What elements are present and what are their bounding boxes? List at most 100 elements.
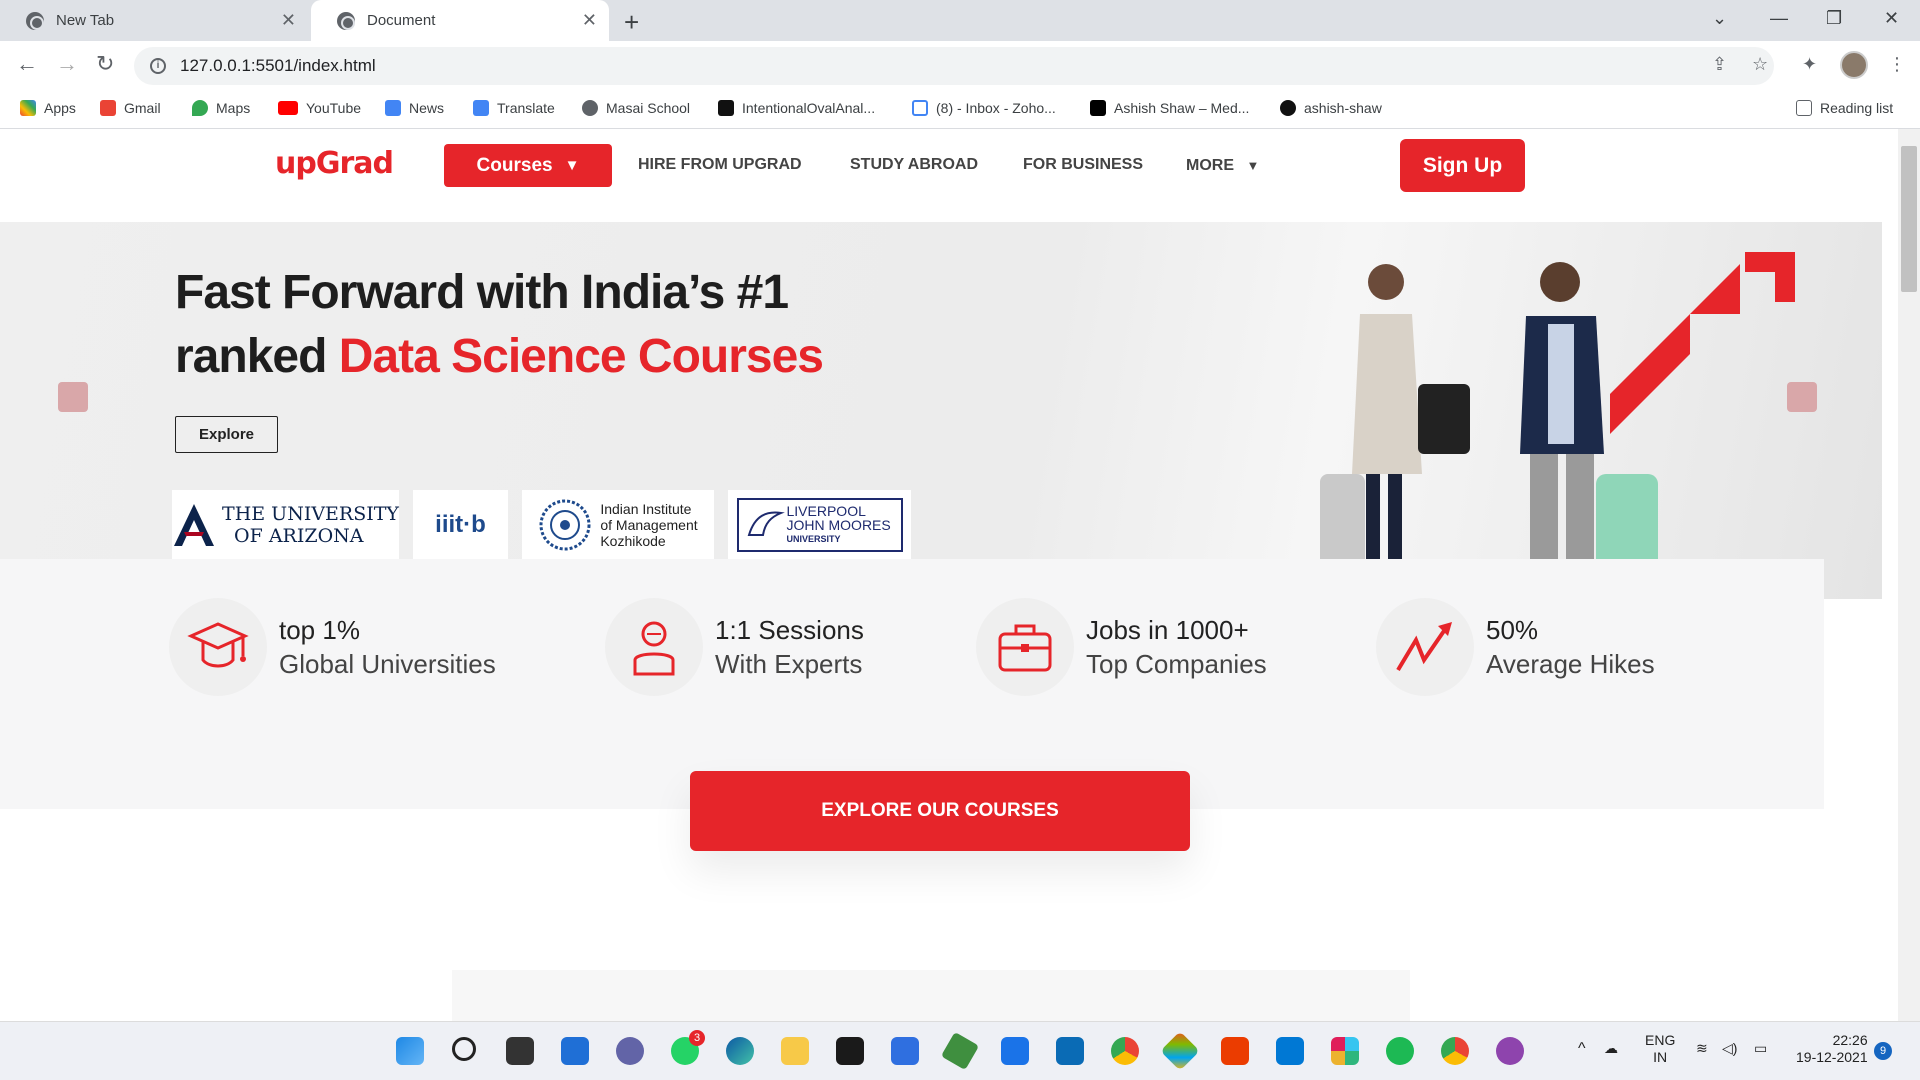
hero-people-image: [1320, 252, 1795, 599]
battery-icon[interactable]: ▭: [1754, 1040, 1767, 1057]
mail-icon[interactable]: [1001, 1037, 1029, 1065]
menu-icon[interactable]: ⋮: [1888, 54, 1906, 75]
back-icon[interactable]: ←: [16, 51, 38, 77]
scrollbar-thumb[interactable]: [1901, 146, 1917, 292]
clock[interactable]: 22:26 19-12-2021: [1796, 1032, 1868, 1066]
task-view-icon[interactable]: [506, 1037, 534, 1065]
upgrad-logo[interactable]: upGrad: [275, 146, 394, 181]
share-icon[interactable]: ⇪: [1712, 54, 1727, 75]
new-tab-button[interactable]: +: [624, 7, 639, 38]
tab-new-tab[interactable]: New Tab ✕: [0, 0, 308, 41]
arizona-text-2: OF ARIZONA: [234, 525, 364, 547]
reload-icon[interactable]: ↻: [96, 51, 114, 77]
top-university-section-card: [452, 970, 1410, 1021]
bookmark-github[interactable]: ashish-shaw: [1280, 100, 1382, 116]
close-icon[interactable]: ✕: [281, 10, 296, 31]
bookmark-apps[interactable]: Apps: [20, 100, 76, 116]
language-code: ENG: [1645, 1032, 1676, 1048]
chrome-profile-icon[interactable]: [1441, 1037, 1469, 1065]
bookmark-masai[interactable]: Masai School: [582, 100, 690, 116]
chevron-down-icon: ▼: [564, 157, 580, 174]
bookmark-label: Apps: [44, 100, 76, 116]
slack-icon[interactable]: [1331, 1037, 1359, 1065]
git-kraken-icon[interactable]: [1160, 1031, 1200, 1071]
bookmark-maps[interactable]: Maps: [192, 100, 250, 116]
chat-icon[interactable]: [616, 1037, 644, 1065]
profile-avatar[interactable]: [1840, 51, 1868, 79]
url-bar[interactable]: i 127.0.0.1:5501/index.html: [134, 47, 1774, 85]
feature-title: top 1%: [279, 615, 360, 645]
office-icon[interactable]: [1221, 1037, 1249, 1065]
bookmark-label: ashish-shaw: [1304, 100, 1382, 116]
notification-count-badge[interactable]: 9: [1874, 1042, 1892, 1060]
briefcase-icon: [976, 598, 1074, 696]
reading-list-label: Reading list: [1820, 100, 1894, 116]
terminal-icon[interactable]: [836, 1037, 864, 1065]
courses-dropdown-button[interactable]: Courses ▼: [444, 144, 612, 187]
minimize-button[interactable]: —: [1770, 8, 1788, 29]
vscode-icon[interactable]: [1276, 1037, 1304, 1065]
forward-icon[interactable]: →: [56, 51, 78, 77]
bookmark-label: (8) - Inbox - Zoho...: [936, 100, 1056, 116]
info-icon[interactable]: i: [150, 58, 166, 74]
more-label: MORE: [1186, 157, 1234, 174]
man-shirt: [1548, 324, 1574, 444]
onedrive-icon[interactable]: ☁: [1604, 1040, 1618, 1057]
edge-icon[interactable]: [726, 1037, 754, 1065]
widgets-icon[interactable]: [561, 1037, 589, 1065]
volume-icon[interactable]: ◁): [1722, 1040, 1737, 1057]
explore-button[interactable]: Explore: [175, 416, 278, 453]
chevron-up-icon[interactable]: ^: [1578, 1040, 1586, 1058]
carousel-prev-button[interactable]: [58, 382, 88, 412]
github-desktop-icon[interactable]: [1496, 1037, 1524, 1065]
tab-title: New Tab: [56, 12, 115, 29]
bookmark-medium[interactable]: Ashish Shaw – Med...: [1090, 100, 1249, 116]
feature-sessions: 1:1 Sessions With Experts: [605, 598, 864, 696]
spotify-icon[interactable]: [1386, 1037, 1414, 1065]
bookmark-news[interactable]: News: [385, 100, 444, 116]
feature-hikes: 50% Average Hikes: [1376, 598, 1655, 696]
bookmark-zoho[interactable]: (8) - Inbox - Zoho...: [912, 100, 1056, 116]
bookmark-intentional[interactable]: IntentionalOvalAnal...: [718, 100, 875, 116]
extensions-icon[interactable]: ✦: [1802, 54, 1817, 75]
chevron-down-icon: ▼: [1246, 158, 1260, 173]
globe-icon: [582, 100, 598, 116]
tab-search-icon[interactable]: ⌄: [1712, 8, 1727, 29]
nodejs-icon[interactable]: [940, 1031, 980, 1071]
bookmark-label: IntentionalOvalAnal...: [742, 100, 876, 116]
bookmark-label: Ashish Shaw – Med...: [1114, 100, 1250, 116]
wifi-icon[interactable]: ≋: [1696, 1040, 1708, 1057]
url-text[interactable]: 127.0.0.1:5501/index.html: [180, 56, 376, 76]
bookmark-label: Maps: [216, 100, 251, 116]
nav-study-abroad[interactable]: STUDY ABROAD: [850, 156, 978, 174]
close-window-button[interactable]: ✕: [1884, 8, 1899, 29]
explore-our-courses-button[interactable]: EXPLORE OUR COURSES: [690, 771, 1190, 851]
dell-icon[interactable]: [1056, 1037, 1084, 1065]
feature-subtitle: With Experts: [715, 649, 863, 679]
close-icon[interactable]: ✕: [582, 10, 597, 31]
bookmark-youtube[interactable]: YouTube: [278, 100, 361, 116]
sign-up-button[interactable]: Sign Up: [1400, 139, 1525, 192]
restore-button[interactable]: ❐: [1826, 8, 1842, 29]
feature-title: 1:1 Sessions: [715, 615, 864, 645]
courses-label: Courses: [476, 154, 553, 176]
search-icon[interactable]: [452, 1037, 476, 1061]
chrome-icon[interactable]: [1111, 1037, 1139, 1065]
feature-subtitle: Top Companies: [1086, 649, 1267, 679]
nav-hire-from-upgrad[interactable]: HIRE FROM UPGRAD: [638, 156, 802, 174]
store-icon[interactable]: [891, 1037, 919, 1065]
windows-start-icon[interactable]: [396, 1037, 424, 1065]
file-explorer-icon[interactable]: [781, 1037, 809, 1065]
nav-for-business[interactable]: FOR BUSINESS: [1023, 156, 1143, 174]
region-code: IN: [1653, 1049, 1668, 1065]
tab-document[interactable]: Document ✕: [311, 0, 609, 41]
nav-more[interactable]: MORE ▼: [1186, 157, 1259, 175]
bookmark-gmail[interactable]: Gmail: [100, 100, 161, 116]
maps-pin-icon: [192, 100, 208, 116]
language-indicator[interactable]: ENG IN: [1645, 1032, 1675, 1066]
bookmark-label: Translate: [497, 100, 555, 116]
reading-list[interactable]: Reading list: [1796, 100, 1893, 116]
apps-grid-icon: [20, 100, 36, 116]
bookmark-star-icon[interactable]: ☆: [1752, 54, 1768, 75]
bookmark-translate[interactable]: Translate: [473, 100, 555, 116]
